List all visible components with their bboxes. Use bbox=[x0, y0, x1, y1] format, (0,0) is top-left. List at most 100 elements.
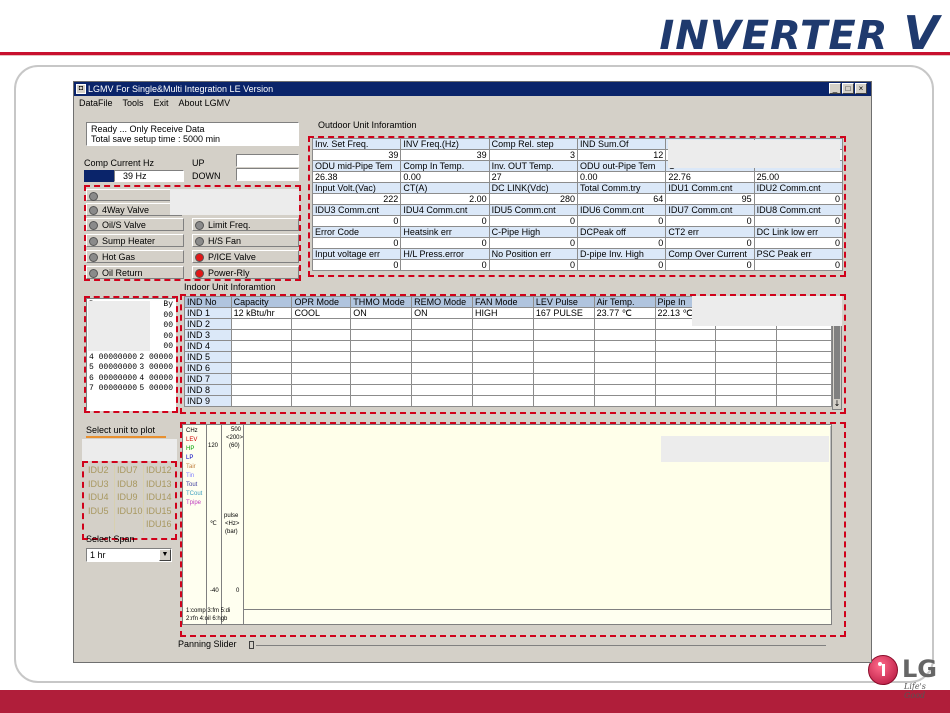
menu-datafile[interactable]: DataFile bbox=[74, 97, 118, 110]
indoor-cell bbox=[532, 340, 595, 352]
outdoor-value-cell: 22.76 bbox=[665, 171, 755, 183]
valve-pice: P/ICE Valve bbox=[192, 250, 299, 263]
indoor-header-cell: OPR Mode bbox=[291, 296, 352, 308]
span-select[interactable]: 1 hr ▼ bbox=[86, 548, 172, 562]
legend-item[interactable]: HP bbox=[186, 445, 206, 454]
redacted-area bbox=[668, 140, 840, 168]
unit-checkbox[interactable]: IDU4 bbox=[86, 492, 115, 506]
maximize-button[interactable]: □ bbox=[842, 83, 854, 94]
indoor-cell bbox=[776, 340, 832, 352]
unit-checkbox[interactable]: IDU5 bbox=[86, 505, 115, 519]
chevron-down-icon[interactable]: ▼ bbox=[159, 549, 171, 561]
unit-checkbox[interactable]: IDU10 bbox=[115, 505, 144, 519]
panning-slider-track[interactable] bbox=[256, 645, 826, 646]
indoor-row[interactable]: IND 8 bbox=[184, 384, 832, 396]
comp-current-bar bbox=[84, 170, 114, 182]
unit-checkbox[interactable]: IDU8 bbox=[115, 478, 144, 492]
unit-checkbox[interactable]: IDU13 bbox=[144, 479, 173, 493]
indoor-unit-id: IND 1 bbox=[184, 307, 232, 319]
lg-logo-circle-icon bbox=[868, 655, 898, 685]
unit-checkbox[interactable]: IDU15 bbox=[144, 506, 173, 520]
outdoor-value-cell: 25.00 bbox=[753, 171, 844, 183]
outdoor-value-cell: 0 bbox=[665, 215, 755, 227]
outdoor-value-cell: 39 bbox=[400, 149, 490, 161]
redacted-area bbox=[170, 189, 299, 215]
indoor-row[interactable]: IND 5 bbox=[184, 351, 832, 363]
indoor-cell bbox=[593, 351, 656, 363]
indoor-header-cell: REMO Mode bbox=[411, 296, 473, 308]
outdoor-header-cell: ODU out-Pipe Tem bbox=[576, 160, 667, 172]
outdoor-value-cell: 0 bbox=[753, 193, 844, 205]
indoor-unit-id: IND 6 bbox=[184, 362, 232, 374]
hex-col2-head: By bbox=[163, 300, 173, 309]
unit-checkbox[interactable]: IDU2 bbox=[86, 465, 115, 479]
unit-checkbox[interactable]: IDU3 bbox=[86, 478, 115, 492]
menu-about[interactable]: About LGMV bbox=[174, 97, 236, 110]
menu-exit[interactable]: Exit bbox=[149, 97, 174, 110]
plot-area: CHz LEV HP LP Tair Tin Tout TCout Tpipe 120 ℃ -4… bbox=[182, 424, 832, 625]
axis1-unit: ℃ bbox=[210, 521, 217, 527]
indoor-row[interactable]: IND 4 bbox=[184, 340, 832, 352]
redacted-area bbox=[692, 296, 842, 326]
axis1-top: 120 bbox=[208, 443, 219, 449]
menu-tools[interactable]: Tools bbox=[118, 97, 149, 110]
indoor-cell bbox=[532, 318, 595, 330]
indoor-cell bbox=[776, 362, 832, 374]
minimize-button[interactable]: _ bbox=[829, 83, 841, 94]
unit-checkbox[interactable]: IDU16 bbox=[144, 519, 173, 533]
legend-item[interactable]: Tpipe bbox=[186, 499, 206, 508]
legend-item[interactable]: Tin bbox=[186, 472, 206, 481]
indoor-cell bbox=[230, 329, 293, 341]
indoor-cell bbox=[715, 395, 778, 407]
indoor-cell bbox=[471, 340, 534, 352]
led-icon bbox=[89, 221, 98, 230]
outdoor-header-cell: C-Pipe High bbox=[488, 226, 578, 238]
unit-row: IDU3 IDU8 IDU13 bbox=[86, 478, 174, 493]
outdoor-header-cell: Input Volt.(Vac) bbox=[311, 182, 402, 194]
outdoor-value-cell: 0 bbox=[488, 215, 578, 227]
indoor-row[interactable]: IND 9 bbox=[184, 395, 832, 407]
indoor-unit-id: IND 4 bbox=[184, 340, 232, 352]
unit-checkbox[interactable]: IDU12 bbox=[144, 465, 173, 479]
unit-grid: IDU2 IDU7 IDU12 IDU3 IDU8 IDU13 IDU4 IDU9 IDU14 I… bbox=[86, 465, 174, 533]
lg-tagline: Life's Good bbox=[904, 682, 926, 700]
unit-checkbox[interactable]: IDU9 bbox=[115, 492, 144, 506]
unit-checkbox[interactable]: IDU14 bbox=[144, 492, 173, 506]
outdoor-value-cell: 0.00 bbox=[400, 171, 490, 183]
unit-checkbox[interactable]: IDU7 bbox=[115, 465, 144, 479]
outdoor-value-cell: 64 bbox=[576, 193, 667, 205]
legend-item[interactable]: LEV bbox=[186, 436, 206, 445]
indoor-cell bbox=[291, 318, 352, 330]
outdoor-header-cell: INV Freq.(Hz) bbox=[400, 138, 490, 150]
indoor-cell bbox=[230, 362, 293, 374]
legend-item[interactable]: Tair bbox=[186, 463, 206, 472]
valve-hs-fan: H/S Fan bbox=[192, 234, 299, 247]
panning-slider-thumb[interactable] bbox=[249, 641, 254, 649]
indoor-cell bbox=[471, 362, 534, 374]
outdoor-header-cell: No Position err bbox=[488, 248, 578, 260]
legend-item[interactable]: TCout bbox=[186, 490, 206, 499]
indoor-cell bbox=[291, 395, 352, 407]
outdoor-value-cell: 222 bbox=[311, 193, 402, 205]
valve-label: Hot Gas bbox=[102, 252, 136, 262]
unit-row: IDU16 bbox=[86, 519, 174, 533]
span-label: Select Span bbox=[86, 534, 135, 544]
indoor-cell: HIGH bbox=[471, 307, 534, 319]
legend-item[interactable]: CHz bbox=[186, 427, 206, 436]
indoor-cell bbox=[715, 384, 778, 396]
legend-item[interactable]: LP bbox=[186, 454, 206, 463]
indoor-row[interactable]: IND 7 bbox=[184, 373, 832, 385]
legend-item[interactable]: Tout bbox=[186, 481, 206, 490]
scroll-down-icon[interactable]: ↓ bbox=[833, 399, 841, 409]
close-button[interactable]: × bbox=[855, 83, 867, 94]
indoor-cell bbox=[715, 329, 778, 341]
indoor-row[interactable]: IND 3 bbox=[184, 329, 832, 341]
indoor-cell bbox=[230, 384, 293, 396]
hex-list-row: 7 00000000 5 00000 bbox=[89, 384, 173, 395]
hex-cell: 5 00000000 bbox=[89, 363, 138, 372]
indoor-cell bbox=[654, 362, 717, 374]
outdoor-header-cell: IDU4 Comm.cnt bbox=[400, 204, 490, 216]
indoor-cell bbox=[776, 384, 832, 396]
indoor-row[interactable]: IND 6 bbox=[184, 362, 832, 374]
led-icon bbox=[89, 206, 98, 215]
